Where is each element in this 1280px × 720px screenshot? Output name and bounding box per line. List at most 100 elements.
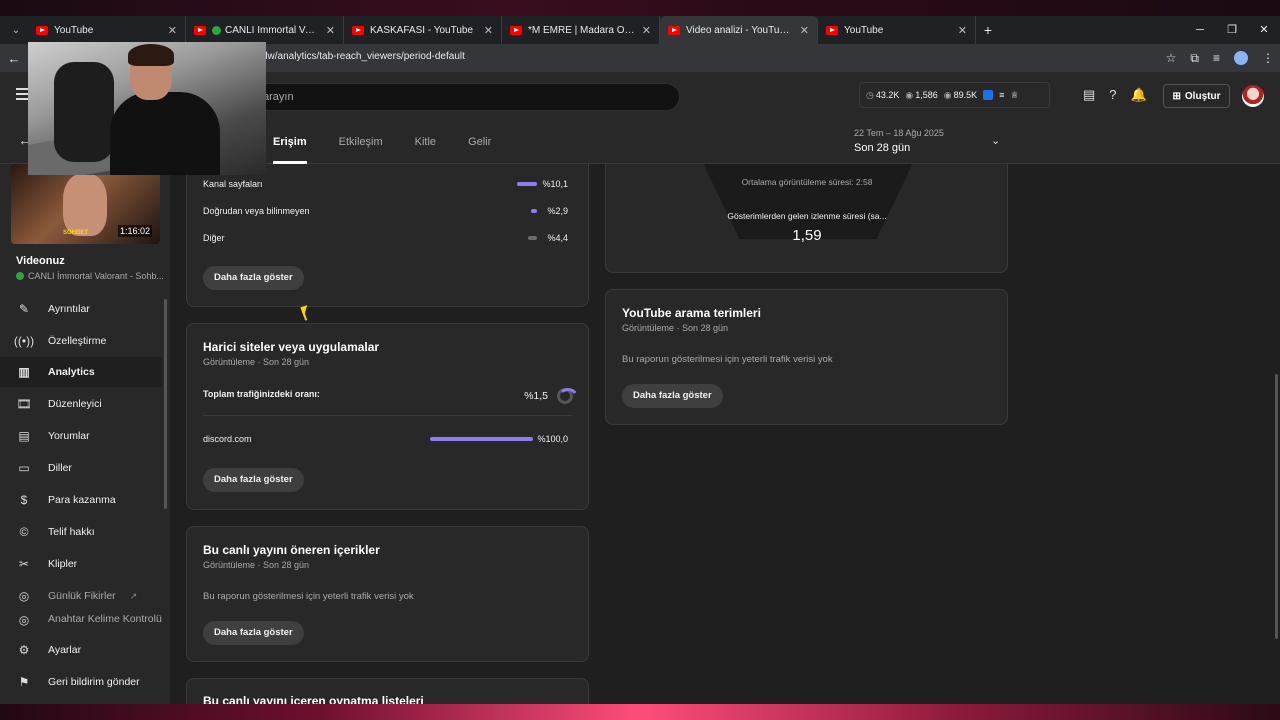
content-scrollbar[interactable]: [1275, 374, 1278, 639]
close-tab-icon[interactable]: ✕: [800, 24, 809, 37]
award-icon[interactable]: ♕: [1010, 90, 1018, 101]
show-more-button[interactable]: Daha fazla göster: [622, 384, 723, 408]
main-content: Kanal sayfaları %10,1 Doğrudan veya bili…: [170, 164, 1280, 704]
chevron-down-icon[interactable]: ⌄: [991, 134, 1000, 147]
sidebar-item-copyright[interactable]: © Telif hakkı: [0, 517, 162, 547]
source-row-label: Doğrudan veya bilinmeyen: [203, 206, 310, 216]
media-queue-icon[interactable]: ≡: [1213, 51, 1220, 65]
video-title[interactable]: CANLI İmmortal Valorant - Sohb...: [16, 271, 164, 281]
sidebar-item-daily-ideas[interactable]: ◎ Günlük Fikirler ↗: [0, 581, 162, 611]
sidebar-item-feedback[interactable]: ⚑ Geri bildirim gönder: [0, 667, 162, 697]
tab-search-chevron-icon[interactable]: ⌄: [4, 18, 28, 42]
sidebar-item-analytics[interactable]: ▥ Analytics: [0, 357, 162, 387]
sidebar-item-label: Yorumlar: [48, 430, 90, 442]
video-duration: 1:16:02: [117, 225, 152, 237]
browser-tab[interactable]: KASKAFASI - YouTube ✕: [344, 16, 502, 44]
feedback-icon[interactable]: ▤: [1083, 87, 1095, 103]
video-title-text: CANLI İmmortal Valorant - Sohb...: [28, 271, 164, 281]
tab-gelir[interactable]: Gelir: [468, 120, 491, 164]
search-terms-card: YouTube arama terimleri Görüntüleme · So…: [605, 289, 1008, 425]
period-selector[interactable]: 22 Tem – 18 Ağu 2025 Son 28 gün: [854, 128, 944, 154]
list-icon[interactable]: ≡: [999, 90, 1004, 100]
sidebar-item-editor[interactable]: 🎞 Düzenleyici: [0, 389, 162, 419]
sidebar-item-label: Özelleştirme: [48, 335, 107, 347]
show-more-button[interactable]: Daha fazla göster: [203, 621, 304, 645]
sidebar-item-customization[interactable]: ((•)) Özelleştirme: [0, 326, 162, 356]
sidebar-item-settings[interactable]: ⚙ Ayarlar: [0, 635, 162, 665]
sidebar-section-title: Videonuz: [16, 255, 65, 267]
create-button[interactable]: ⊞ Oluştur: [1163, 84, 1230, 108]
video-thumbnail[interactable]: SOHBET 1:16:02: [11, 164, 160, 244]
browser-tab[interactable]: *M EMRE | Madara Olduk #555 ✕: [502, 16, 660, 44]
youtube-favicon-icon: [668, 25, 680, 35]
sidebar-item-label: Telif hakkı: [48, 526, 95, 538]
keyword-icon: ◎: [18, 613, 30, 627]
show-more-button[interactable]: Daha fazla göster: [203, 468, 304, 492]
extensions-icon[interactable]: ⧉: [1190, 51, 1199, 66]
close-tab-icon[interactable]: ✕: [958, 24, 967, 37]
sidebar-scrollbar[interactable]: [164, 299, 167, 509]
youtube-favicon-icon: [36, 25, 48, 35]
sidebar-item-comments[interactable]: ▤ Yorumlar: [0, 421, 162, 451]
browser-menu-icon[interactable]: ⋮: [1262, 51, 1274, 65]
subscriber-count: 43.2K: [875, 90, 900, 100]
maximize-icon[interactable]: ❐: [1216, 16, 1248, 44]
tab-kitle[interactable]: Kitle: [415, 120, 436, 164]
browser-tab[interactable]: YouTube ✕: [818, 16, 976, 44]
extension-badge-icon[interactable]: [983, 90, 994, 100]
profile-avatar-icon[interactable]: [1234, 51, 1248, 65]
close-tab-icon[interactable]: ✕: [168, 24, 177, 37]
dollar-icon: $: [20, 493, 28, 507]
sidebar-item-label: Günlük Fikirler: [48, 590, 116, 602]
card-subtitle: Görüntüleme · Son 28 gün: [203, 357, 310, 367]
feedback-flag-icon: ⚑: [18, 675, 30, 689]
tab-label: YouTube: [54, 24, 94, 36]
funnel-metric-label: Gösterimlerden gelen izlenme süresi (sa.…: [727, 211, 887, 221]
browser-tab[interactable]: CANLI İmmortal Valorant - S ✕: [186, 16, 344, 44]
thumbnail-face: [63, 174, 107, 236]
close-window-icon[interactable]: ✕: [1248, 16, 1280, 44]
subtitles-icon: ▭: [18, 461, 30, 475]
browser-toolbar: ☆ ⧉ ≡ ⋮: [1166, 44, 1274, 72]
browser-tab-strip: ⌄ YouTube✕ CANLI İmmortal Valorant - S✕ …: [0, 16, 1280, 44]
views-eye-icon: ◉: [905, 89, 914, 100]
channel-stats-widget[interactable]: ◷ 43.2K ◉ 1,586 ◉ 89.5K ≡ ♕: [859, 82, 1050, 108]
tab-erisim[interactable]: Erişim: [273, 120, 307, 164]
header-icons: ▤ ? 🔔: [1083, 87, 1147, 103]
share-ring-icon: [557, 388, 573, 404]
sidebar-item-keyword-control[interactable]: ◎ Anahtar Kelime Kontrolü: [0, 613, 162, 627]
sidebar-item-languages[interactable]: ▭ Diller: [0, 453, 162, 483]
new-tab-icon[interactable]: +: [976, 22, 1000, 38]
sidebar-item-clips[interactable]: ✂ Klipler: [0, 549, 162, 579]
sidebar-item-monetization[interactable]: $ Para kazanma: [0, 485, 162, 515]
site-bar: [430, 437, 533, 441]
sidebar-item-label: Para kazanma: [48, 494, 116, 506]
youtube-favicon-icon: [510, 25, 522, 35]
search-input[interactable]: arayın: [250, 83, 680, 111]
live-indicator-icon: [16, 272, 24, 280]
bookmark-star-icon[interactable]: ☆: [1166, 51, 1177, 65]
close-tab-icon[interactable]: ✕: [326, 24, 335, 37]
tab-label: KASKAFASI - YouTube: [370, 24, 474, 36]
sidebar-item-details[interactable]: ✎ Ayrıntılar: [0, 294, 162, 324]
webcam-chair: [54, 62, 114, 162]
copyright-icon: ©: [19, 525, 29, 539]
tab-label: CANLI İmmortal Valorant - S: [225, 24, 320, 36]
browser-tab-active[interactable]: Video analizi - YouTube Studio ✕: [660, 16, 818, 44]
url-field[interactable]: dw/analytics/tab-reach_viewers/period-de…: [262, 51, 465, 62]
analytics-icon: ▥: [18, 365, 30, 379]
close-tab-icon[interactable]: ✕: [484, 24, 493, 37]
avg-view-duration: Ortalama görüntüleme süresi: 2:58: [741, 177, 873, 187]
browser-tab[interactable]: YouTube ✕: [28, 16, 186, 44]
minimize-icon[interactable]: ─: [1184, 16, 1216, 44]
suggesting-content-card: Bu canlı yayını öneren içerikler Görüntü…: [186, 526, 589, 662]
help-icon[interactable]: ?: [1109, 87, 1116, 103]
youtube-favicon-icon: [194, 25, 206, 35]
tab-etkilesim[interactable]: Etkileşim: [339, 120, 383, 164]
browser-back-icon[interactable]: ←: [0, 51, 28, 66]
close-tab-icon[interactable]: ✕: [642, 24, 651, 37]
scissors-icon: ✂: [18, 557, 30, 571]
notifications-bell-icon[interactable]: 🔔: [1131, 87, 1147, 103]
account-avatar[interactable]: [1242, 85, 1264, 107]
show-more-button[interactable]: Daha fazla göster: [203, 266, 304, 290]
